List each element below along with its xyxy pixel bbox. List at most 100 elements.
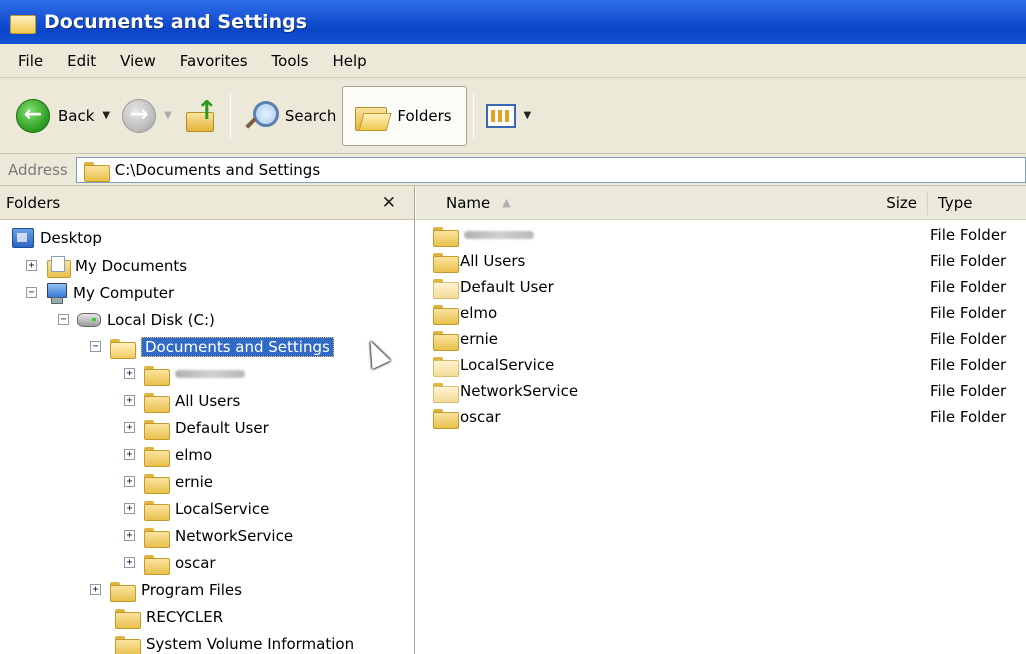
file-list-pane: Name ▲ Size Type File Folder All Users F… xyxy=(416,186,1026,654)
views-dropdown-icon[interactable]: ▼ xyxy=(524,110,532,121)
folder-icon xyxy=(432,277,459,299)
expand-icon[interactable]: + xyxy=(124,530,135,541)
tree-item-desktop[interactable]: Desktop xyxy=(12,224,102,251)
folders-icon xyxy=(353,101,389,131)
tree-item-documents-and-settings[interactable]: − Documents and Settings xyxy=(90,333,334,360)
folder-icon xyxy=(143,418,170,440)
search-label: Search xyxy=(284,106,337,125)
collapse-icon[interactable]: − xyxy=(26,287,37,298)
computer-icon xyxy=(45,282,67,304)
menu-file[interactable]: File xyxy=(6,52,55,70)
views-button[interactable]: ▼ xyxy=(480,86,538,146)
folder-icon xyxy=(432,381,459,403)
folder-tree: Desktop + My Documents − My Computer − L… xyxy=(0,220,414,654)
folders-label: Folders xyxy=(397,106,452,125)
address-value: C:\Documents and Settings xyxy=(114,160,321,179)
folder-icon xyxy=(143,364,170,386)
views-icon xyxy=(485,103,516,128)
expand-icon[interactable]: + xyxy=(124,449,135,460)
expand-icon[interactable]: + xyxy=(124,503,135,514)
list-item[interactable]: Default User File Folder xyxy=(432,274,1006,300)
list-header: Name ▲ Size Type xyxy=(416,186,1026,220)
up-folder-button[interactable] xyxy=(178,86,224,146)
folder-open-icon xyxy=(109,337,136,359)
folder-icon xyxy=(143,526,170,548)
folder-icon xyxy=(143,499,170,521)
folder-icon xyxy=(114,607,141,629)
close-icon[interactable]: ✕ xyxy=(382,193,396,213)
address-label: Address xyxy=(8,160,68,179)
redacted-name xyxy=(175,369,245,378)
list-item[interactable]: LocalService File Folder xyxy=(432,352,1006,378)
menu-favorites[interactable]: Favorites xyxy=(168,52,260,70)
expand-icon[interactable]: + xyxy=(124,395,135,406)
folder-icon xyxy=(432,251,459,273)
back-label: Back xyxy=(58,106,95,125)
collapse-icon[interactable]: − xyxy=(58,314,69,325)
list-item[interactable]: NetworkService File Folder xyxy=(432,378,1006,404)
expand-icon[interactable]: + xyxy=(124,557,135,568)
tree-item-default-user[interactable]: + Default User xyxy=(124,414,269,441)
tree-item-local-disk[interactable]: − Local Disk (C:) xyxy=(58,306,215,333)
window-title: Documents and Settings xyxy=(44,11,308,33)
up-folder-icon xyxy=(184,96,218,132)
tree-item-localservice[interactable]: + LocalService xyxy=(124,495,269,522)
forward-dropdown-icon[interactable]: ▼ xyxy=(164,110,172,121)
expand-icon[interactable]: + xyxy=(124,368,135,379)
tree-item-my-computer[interactable]: − My Computer xyxy=(26,279,174,306)
tree-item-program-files[interactable]: + Program Files xyxy=(90,576,242,603)
tree-item-ernie[interactable]: + ernie xyxy=(124,468,213,495)
tree-item-recycler[interactable]: RECYCLER xyxy=(114,603,223,630)
search-button[interactable]: Search xyxy=(237,86,343,146)
menu-help[interactable]: Help xyxy=(321,52,379,70)
tree-item-user-folder[interactable]: + xyxy=(124,360,245,387)
list-item[interactable]: File Folder xyxy=(432,222,1006,248)
forward-button[interactable]: ▼ xyxy=(116,86,178,146)
search-icon xyxy=(243,99,279,133)
list-item[interactable]: elmo File Folder xyxy=(432,300,1006,326)
expand-icon[interactable]: + xyxy=(26,260,37,271)
menu-edit[interactable]: Edit xyxy=(55,52,108,70)
disk-icon xyxy=(77,312,101,327)
column-header-size[interactable]: Size xyxy=(866,190,928,215)
toolbar-separator xyxy=(472,91,474,140)
address-bar: Address C:\Documents and Settings xyxy=(0,154,1026,186)
folder-icon xyxy=(143,445,170,467)
tree-item-my-documents[interactable]: + My Documents xyxy=(26,252,187,279)
menu-view[interactable]: View xyxy=(108,52,168,70)
folder-icon xyxy=(432,355,459,377)
collapse-icon[interactable]: − xyxy=(90,341,101,352)
folder-icon xyxy=(10,11,36,34)
expand-icon[interactable]: + xyxy=(124,422,135,433)
expand-icon[interactable]: + xyxy=(90,584,101,595)
folder-icon xyxy=(143,553,170,575)
menu-bar: File Edit View Favorites Tools Help xyxy=(0,44,1026,78)
folder-icon xyxy=(143,472,170,494)
list-item[interactable]: All Users File Folder xyxy=(432,248,1006,274)
toolbar-separator xyxy=(229,91,231,140)
folder-icon xyxy=(114,634,141,654)
back-dropdown-icon[interactable]: ▼ xyxy=(102,110,110,121)
tree-item-elmo[interactable]: + elmo xyxy=(124,441,212,468)
forward-arrow-icon xyxy=(122,98,157,133)
folder-icon xyxy=(432,225,459,247)
redacted-name xyxy=(464,231,534,239)
expand-icon[interactable]: + xyxy=(124,476,135,487)
folders-button[interactable]: Folders xyxy=(342,85,467,146)
desktop-icon xyxy=(12,227,34,248)
column-header-name[interactable]: Name ▲ xyxy=(416,194,866,212)
column-header-type[interactable]: Type xyxy=(928,194,972,212)
list-item[interactable]: oscar File Folder xyxy=(432,404,1006,430)
menu-tools[interactable]: Tools xyxy=(260,52,321,70)
tree-item-system-volume-information[interactable]: System Volume Information xyxy=(114,630,354,654)
tree-item-oscar[interactable]: + oscar xyxy=(124,549,216,576)
tree-item-all-users[interactable]: + All Users xyxy=(124,387,240,414)
toolbar: Back ▼ ▼ Search Folders ▼ xyxy=(0,78,1026,154)
list-item[interactable]: ernie File Folder xyxy=(432,326,1006,352)
folder-icon xyxy=(83,160,110,182)
address-input[interactable]: C:\Documents and Settings xyxy=(75,156,1026,183)
back-button[interactable]: Back ▼ xyxy=(10,86,116,146)
tree-item-networkservice[interactable]: + NetworkService xyxy=(124,522,293,549)
title-bar: Documents and Settings xyxy=(0,0,1026,44)
folders-pane: Folders ✕ Desktop + My Documents − My Co… xyxy=(0,186,415,654)
